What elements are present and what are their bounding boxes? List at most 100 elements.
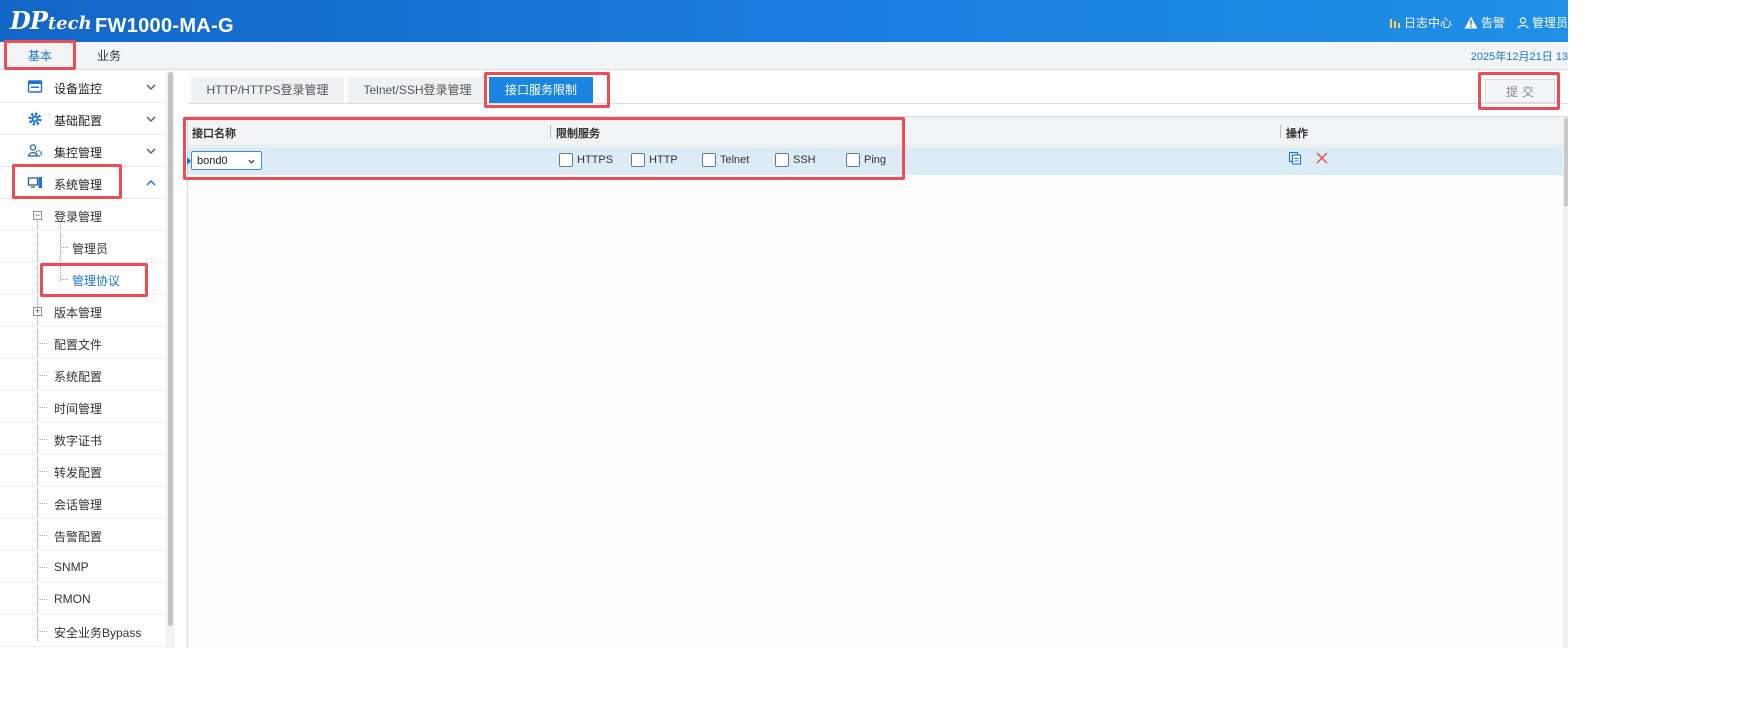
tree-connector [38, 599, 47, 600]
warning-icon [1464, 16, 1478, 29]
tree-connector [38, 439, 47, 440]
tree-connector [38, 503, 47, 504]
tree-item-label: 配置文件 [54, 338, 103, 352]
computer-icon [27, 177, 42, 188]
collapse-icon[interactable]: − [33, 211, 42, 220]
tree-item-administrator[interactable]: 管理员 [0, 231, 166, 263]
tree-item-config-file[interactable]: 配置文件 [0, 327, 166, 359]
tree-item-alarm-config[interactable]: 告警配置 [0, 519, 166, 551]
tree-item-label: 系统配置 [54, 370, 103, 384]
tree-item-label: 管理员 [72, 242, 109, 256]
sidebar-item-central-control[interactable]: 集控管理 [0, 135, 166, 167]
device-model-title: FW1000-MA-G [95, 15, 234, 37]
log-center-label: 日志中心 [1403, 16, 1452, 30]
tree-item-label: 转发配置 [54, 466, 103, 480]
tree-item-label: 告警配置 [54, 530, 103, 544]
tree-item-rmon[interactable]: RMON [0, 583, 166, 615]
tree-item-time-management[interactable]: 时间管理 [0, 391, 166, 423]
tree-item-security-bypass[interactable]: 安全业务Bypass [0, 615, 166, 647]
tree-item-snmp[interactable]: SNMP [0, 551, 166, 583]
expand-icon[interactable]: + [33, 307, 42, 316]
chevron-down-icon [248, 159, 255, 164]
http-checkbox[interactable] [631, 153, 645, 167]
menu-tab-business[interactable]: 业务 [82, 42, 136, 70]
ping-checkbox-label: Ping [864, 154, 887, 166]
logo-dp: DP [10, 6, 48, 35]
column-separator [1280, 125, 1281, 138]
sidebar-item-system-management[interactable]: 系统管理 [0, 167, 166, 199]
tree-item-label: RMON [54, 592, 91, 606]
tree-connector [38, 631, 47, 632]
user-icon [1517, 16, 1529, 29]
tree-item-login-management[interactable]: − 登录管理 [0, 199, 166, 231]
https-checkbox[interactable] [559, 153, 573, 167]
tree-connector [61, 279, 68, 280]
tree-item-label: 管理协议 [72, 274, 121, 288]
content-scrollbar-thumb[interactable] [1564, 118, 1568, 206]
chevron-up-icon [146, 180, 156, 186]
ssh-checkbox[interactable] [775, 153, 789, 167]
delete-icon[interactable] [1315, 151, 1329, 165]
interface-select[interactable]: bond0 [191, 151, 262, 170]
admin-link[interactable]: 管理员 [1517, 14, 1568, 31]
telnet-checkbox[interactable] [702, 153, 716, 167]
sidebar-scrollbar-thumb[interactable] [168, 72, 173, 626]
chevron-down-icon [146, 148, 156, 154]
tree-item-label: 会话管理 [54, 498, 103, 512]
main-menu-bar: 基本 业务 2025年12月21日 13 [0, 42, 1568, 70]
tree-item-label: 数字证书 [54, 434, 103, 448]
tree-connector [38, 407, 47, 408]
tree-connector [38, 535, 47, 536]
tree-item-label: 版本管理 [54, 306, 103, 320]
tree-item-forwarding-config[interactable]: 转发配置 [0, 455, 166, 487]
tab-http-https-login[interactable]: HTTP/HTTPS登录管理 [191, 77, 344, 103]
top-header: DP tech FW1000-MA-G 日志中心 告警 管理员 [0, 0, 1568, 42]
tree-connector [38, 375, 47, 376]
column-header-interface-name: 接口名称 [192, 128, 236, 140]
tree-item-label: 时间管理 [54, 402, 103, 416]
chevron-down-icon [146, 116, 156, 122]
sidebar-item-basic-config[interactable]: 基础配置 [0, 103, 166, 135]
dptech-logo: DP tech [10, 6, 92, 36]
header-actions: 日志中心 告警 管理员 [1377, 14, 1568, 31]
sidebar-item-label: 基础配置 [54, 114, 103, 128]
http-checkbox-label: HTTP [649, 154, 678, 166]
bar-chart-icon [1389, 18, 1400, 28]
telnet-checkbox-label: Telnet [720, 154, 750, 166]
tree-connector [61, 247, 68, 248]
admin-label: 管理员 [1531, 16, 1568, 30]
tabs-divider [188, 103, 1568, 104]
tree-item-management-protocol[interactable]: 管理协议 [0, 263, 166, 295]
tree-item-digital-certificate[interactable]: 数字证书 [0, 423, 166, 455]
submit-button[interactable]: 提交 [1485, 79, 1555, 103]
logo-tech: tech [47, 13, 92, 34]
tab-interface-service-restriction[interactable]: 接口服务限制 [489, 77, 593, 103]
alarm-label: 告警 [1480, 16, 1505, 30]
tree-item-label: SNMP [54, 560, 89, 574]
ping-checkbox[interactable] [846, 153, 860, 167]
tree-connector [38, 343, 47, 344]
tab-telnet-ssh-login[interactable]: Telnet/SSH登录管理 [348, 77, 487, 103]
sidebar-item-label: 系统管理 [54, 178, 103, 192]
gear-icon [28, 112, 42, 126]
grid-header: 接口名称 限制服务 操作 [188, 117, 1568, 146]
tree-item-label: 安全业务Bypass [54, 626, 142, 640]
sidebar-item-label: 集控管理 [54, 146, 103, 160]
tree-item-session-management[interactable]: 会话管理 [0, 487, 166, 519]
column-separator [550, 125, 551, 138]
ssh-checkbox-label: SSH [793, 154, 816, 166]
alarm-link[interactable]: 告警 [1464, 14, 1505, 31]
column-header-actions: 操作 [1286, 128, 1308, 140]
column-header-restricted-services: 限制服务 [556, 128, 600, 140]
copy-icon[interactable] [1288, 151, 1302, 165]
tree-item-version-management[interactable]: + 版本管理 [0, 295, 166, 327]
interface-select-value: bond0 [197, 155, 228, 167]
menu-tab-basic[interactable]: 基本 [8, 42, 72, 70]
tree-item-system-config[interactable]: 系统配置 [0, 359, 166, 391]
https-checkbox-label: HTTPS [577, 154, 614, 166]
tree-connector [38, 567, 47, 568]
sidebar-item-device-monitor[interactable]: 设备监控 [0, 71, 166, 103]
sidebar: 设备监控 基础配置 集控管理 系统管理 − 登录管理 管理员 管理协议 + 版本… [0, 71, 166, 648]
service-restriction-grid [187, 116, 1568, 648]
log-center-link[interactable]: 日志中心 [1389, 14, 1452, 31]
